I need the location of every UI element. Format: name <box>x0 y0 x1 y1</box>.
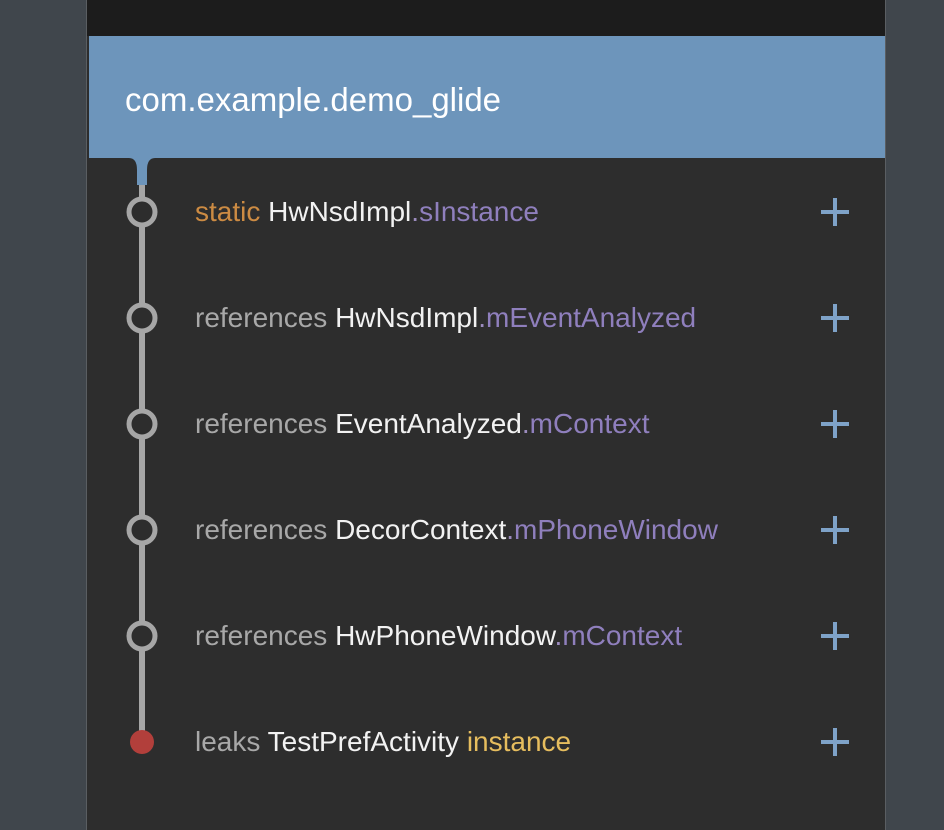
instance-keyword: instance <box>466 726 572 757</box>
expand-plus-icon[interactable] <box>818 407 852 441</box>
reference-node-icon <box>126 196 158 228</box>
expand-plus-icon[interactable] <box>818 301 852 335</box>
leaking-class-name: TestPrefActivity <box>267 726 460 757</box>
trace-row-static[interactable]: static HwNsdImpl.sInstance <box>195 190 835 234</box>
expand-plus-icon[interactable] <box>818 195 852 229</box>
static-keyword: static <box>195 196 261 227</box>
references-keyword: references <box>195 408 328 439</box>
class-name: EventAnalyzed <box>335 408 522 439</box>
class-name: HwPhoneWindow <box>335 620 555 651</box>
trace-row-reference[interactable]: references HwPhoneWindow.mContext <box>195 614 835 658</box>
reference-node-icon <box>126 408 158 440</box>
field-name: sInstance <box>419 196 539 227</box>
field-name: mEventAnalyzed <box>486 302 697 333</box>
member-separator: . <box>506 514 515 545</box>
member-separator: . <box>521 408 530 439</box>
field-name: mContext <box>562 620 683 651</box>
expand-plus-icon[interactable] <box>818 513 852 547</box>
trace-row-reference[interactable]: references EventAnalyzed.mContext <box>195 402 835 446</box>
trace-row-leak[interactable]: leaks TestPrefActivity instance <box>195 720 835 764</box>
references-keyword: references <box>195 514 328 545</box>
class-name: DecorContext <box>335 514 507 545</box>
leak-node-icon <box>130 730 154 754</box>
member-separator: . <box>411 196 420 227</box>
references-keyword: references <box>195 302 328 333</box>
header-connector <box>129 158 155 185</box>
field-name: mPhoneWindow <box>514 514 718 545</box>
leak-trace-panel: com.example.demo_glide static HwNsdImpl.… <box>86 0 886 830</box>
class-name: HwNsdImpl <box>268 196 412 227</box>
right-backdrop <box>886 0 944 830</box>
field-name: mContext <box>529 408 650 439</box>
references-keyword: references <box>195 620 328 651</box>
leaks-keyword: leaks <box>195 726 261 757</box>
member-separator: . <box>478 302 486 333</box>
reference-node-icon <box>126 302 158 334</box>
expand-plus-icon[interactable] <box>818 619 852 653</box>
class-name: HwNsdImpl <box>335 302 479 333</box>
reference-node-icon <box>126 514 158 546</box>
trace-row-reference[interactable]: references HwNsdImpl.mEventAnalyzed <box>195 296 835 340</box>
reference-node-icon <box>126 620 158 652</box>
trace-row-reference[interactable]: references DecorContext.mPhoneWindow <box>195 508 835 552</box>
left-backdrop <box>0 0 86 830</box>
expand-plus-icon[interactable] <box>818 725 852 759</box>
